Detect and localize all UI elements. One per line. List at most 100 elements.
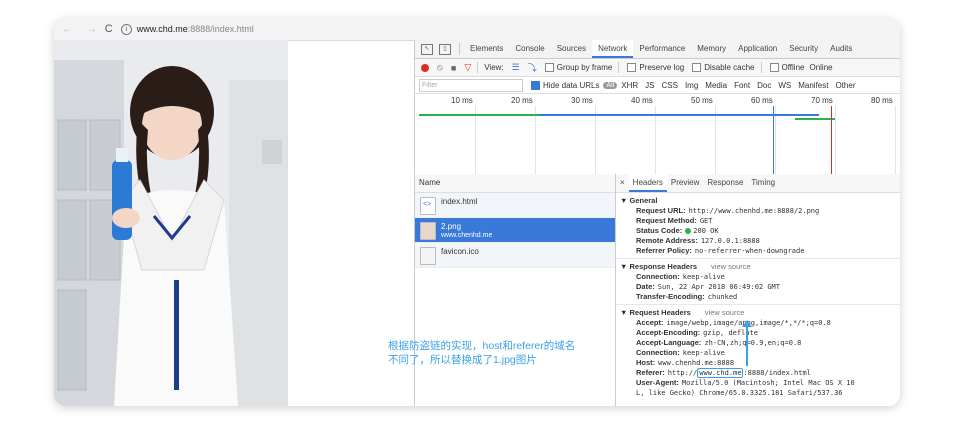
header-key: Date: bbox=[636, 282, 655, 291]
hide-data-urls-checkbox[interactable] bbox=[531, 80, 540, 90]
network-overview-timeline[interactable]: 10 ms 20 ms 30 ms 40 ms 50 ms 60 ms 70 m… bbox=[415, 94, 900, 175]
filter-css[interactable]: CSS bbox=[662, 81, 678, 90]
timeline-gridline bbox=[715, 106, 716, 174]
timeline-bar bbox=[795, 118, 835, 120]
disable-cache-checkbox[interactable] bbox=[692, 63, 702, 72]
tab-performance[interactable]: Performance bbox=[633, 40, 691, 58]
header-key: User-Agent: bbox=[636, 378, 679, 387]
timeline-tick: 30 ms bbox=[571, 96, 593, 105]
detail-tab-headers[interactable]: Headers bbox=[628, 174, 667, 192]
throttling-select[interactable]: Online bbox=[809, 63, 832, 72]
header-value: Mozilla/5.0 (Macintosh; Intel Mac OS X 1… bbox=[681, 379, 855, 387]
address-bar[interactable]: ← → C i www.chd.me:8888/index.html bbox=[54, 18, 900, 41]
back-forward-icon[interactable]: ← → bbox=[62, 24, 103, 35]
view-source-link[interactable]: view source bbox=[705, 308, 745, 317]
host-value: www.chenhd.me:8888 bbox=[658, 359, 735, 367]
header-value: no-referrer-when-downgrade bbox=[694, 247, 805, 255]
request-headers-header[interactable]: ▼ Request Headers bbox=[620, 308, 691, 317]
toolbar-separator bbox=[618, 62, 620, 73]
timeline-gridline bbox=[535, 106, 536, 174]
request-headers-section: ▼ Request Headers view source Accept: imag… bbox=[616, 305, 900, 400]
filter-other[interactable]: Other bbox=[835, 81, 855, 90]
header-value: GET bbox=[699, 217, 713, 225]
preserve-log-checkbox[interactable] bbox=[627, 63, 637, 72]
annotation-line: 根据防盗链的实现，host和referer的域名 bbox=[388, 340, 576, 352]
timeline-gridline bbox=[895, 106, 896, 174]
tab-sources[interactable]: Sources bbox=[551, 40, 592, 58]
referer-scheme: http:// bbox=[667, 369, 698, 377]
header-key: Remote Address: bbox=[636, 236, 698, 245]
request-domain: www.chenhd.me bbox=[441, 232, 493, 239]
request-row-2-png[interactable]: 2.png www.chenhd.me bbox=[415, 218, 615, 243]
group-by-frame-checkbox[interactable] bbox=[544, 63, 554, 72]
filter-doc[interactable]: Doc bbox=[757, 81, 771, 90]
referer-path: :8888/index.html bbox=[743, 369, 811, 377]
header-value: keep-alive bbox=[682, 349, 725, 357]
referer-value: http://www.chd.me:8888/index.html bbox=[667, 368, 811, 378]
detail-tab-timing[interactable]: Timing bbox=[747, 174, 779, 192]
group-by-frame-label: Group by frame bbox=[556, 63, 613, 72]
url-text[interactable]: www.chd.me:8888/index.html bbox=[137, 24, 254, 34]
filter-ws[interactable]: WS bbox=[778, 81, 791, 90]
offline-checkbox[interactable] bbox=[769, 63, 779, 72]
header-key: Referer: bbox=[636, 368, 665, 377]
toolbar-separator bbox=[760, 62, 762, 73]
tab-audits[interactable]: Audits bbox=[824, 40, 858, 58]
filter-img[interactable]: Img bbox=[685, 81, 698, 90]
name-column-header[interactable]: Name bbox=[415, 174, 615, 193]
response-headers-header[interactable]: ▼ Response Headers bbox=[620, 262, 697, 271]
timeline-tick: 60 ms bbox=[751, 96, 773, 105]
view-source-link[interactable]: view source bbox=[711, 262, 751, 271]
header-value: gzip, deflate bbox=[703, 329, 758, 337]
tab-elements[interactable]: Elements bbox=[464, 40, 509, 58]
record-icon[interactable] bbox=[421, 63, 429, 72]
annotation-arrow bbox=[746, 324, 748, 366]
url-path: :8888/index.html bbox=[187, 24, 254, 34]
timeline-gridline bbox=[595, 106, 596, 174]
general-header[interactable]: ▼ General bbox=[620, 195, 900, 206]
inspect-element-icon[interactable]: ↖ bbox=[421, 43, 433, 55]
filter-media[interactable]: Media bbox=[705, 81, 727, 90]
device-toolbar-icon[interactable]: ▯ bbox=[439, 43, 451, 55]
timeline-bar bbox=[539, 114, 819, 116]
timeline-tick: 80 ms bbox=[871, 96, 893, 105]
tab-memory[interactable]: Memory bbox=[691, 40, 732, 58]
html-file-icon: <> bbox=[420, 197, 436, 215]
clear-icon[interactable]: ⦸ bbox=[437, 62, 443, 73]
header-key: Accept-Encoding: bbox=[636, 328, 701, 337]
dom-content-loaded-line bbox=[773, 106, 774, 174]
filter-all-button[interactable]: All bbox=[603, 81, 618, 89]
header-key: Accept: bbox=[636, 318, 664, 327]
large-rows-icon[interactable]: ☰ bbox=[512, 62, 520, 73]
header-value: 200 OK bbox=[693, 227, 719, 235]
detail-tab-preview[interactable]: Preview bbox=[667, 174, 703, 192]
tab-console[interactable]: Console bbox=[509, 40, 550, 58]
request-row-favicon[interactable]: favicon.ico bbox=[415, 243, 615, 268]
info-icon[interactable]: i bbox=[120, 23, 132, 35]
request-row-index-html[interactable]: <> index.html bbox=[415, 193, 615, 218]
header-value: http://www.chenhd.me:8888/2.png bbox=[688, 207, 820, 215]
filter-input[interactable]: Filter bbox=[419, 78, 523, 92]
capture-screenshots-icon[interactable]: ■ bbox=[451, 63, 456, 73]
girl-photo-illustration bbox=[54, 40, 288, 406]
load-event-line bbox=[831, 106, 832, 174]
filter-manifest[interactable]: Manifest bbox=[798, 81, 828, 90]
tab-network[interactable]: Network bbox=[592, 40, 634, 58]
status-ok-icon bbox=[685, 228, 692, 235]
filter-xhr[interactable]: XHR bbox=[621, 81, 638, 90]
header-key: Connection: bbox=[636, 272, 680, 281]
response-headers-section: ▼ Response Headers view source Connection… bbox=[616, 259, 900, 305]
url-host: www.chd.me bbox=[136, 24, 188, 34]
detail-tab-response[interactable]: Response bbox=[703, 174, 747, 192]
overview-icon[interactable]: ⤵ bbox=[528, 61, 537, 74]
filter-bar: Filter Hide data URLs All XHR JS CSS Img… bbox=[415, 77, 900, 94]
annotation-text: 根据防盗链的实现，host和referer的域名 不同了，所以替换成了1.jpg… bbox=[388, 339, 575, 367]
filter-icon[interactable]: ▽ bbox=[464, 62, 471, 73]
filter-font[interactable]: Font bbox=[734, 81, 750, 90]
reload-icon[interactable]: C bbox=[105, 23, 113, 35]
tab-security[interactable]: Security bbox=[783, 40, 824, 58]
filter-js[interactable]: JS bbox=[645, 81, 654, 90]
tab-application[interactable]: Application bbox=[732, 40, 783, 58]
close-detail-icon[interactable]: × bbox=[616, 174, 629, 192]
header-key: Connection: bbox=[636, 348, 680, 357]
